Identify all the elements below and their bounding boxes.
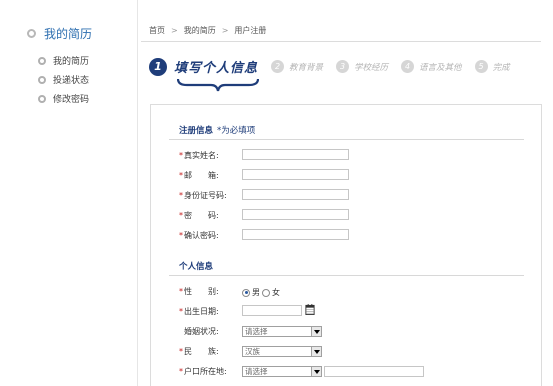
step-2: 2 教育背景 [271,60,323,73]
field-ethnicity: * 民 族: [179,344,219,358]
sidebar-item-label: 我的简历 [53,57,90,67]
field-label: 户口所在地: [184,366,227,376]
step-label: 填写个人信息 [174,61,259,76]
step-number: 5 [474,60,488,73]
field-label: 性 别: [184,286,219,296]
field-birth-date: * 出生日期: [179,304,219,318]
field-label: 确认密码: [184,230,219,240]
section-title-personal: 个人信息 [179,260,213,272]
circle-bullet-icon [27,29,36,38]
field-marital-status: 婚姻状况: [184,324,219,338]
brace-underline-icon [177,78,259,92]
dropdown-arrow-icon[interactable] [311,367,321,376]
sidebar-item-label: 投递状态 [53,76,90,86]
step-number: 3 [336,60,350,73]
field-label: 邮 箱: [184,170,219,180]
circle-bullet-icon [38,94,46,103]
gender-female-radio[interactable] [262,288,270,297]
sidebar-item-change-password[interactable]: 修改密码 [38,89,89,108]
field-password: * 密 码: [179,208,219,222]
marital-status-select[interactable]: 请选择 [242,326,322,337]
field-email: * 邮 箱: [179,168,219,182]
select-value: 汉族 [245,347,260,356]
field-label: 婚姻状况: [184,326,219,336]
gender-radio-group: 男 女 [242,287,282,298]
breadcrumb: 首页 > 我的简历 > 用户注册 [149,25,266,36]
divider [169,275,524,276]
step-number: 1 [149,57,167,76]
gender-male-radio[interactable] [242,288,250,297]
hukou-province-select[interactable]: 请选择 [242,366,322,377]
circle-bullet-icon [38,56,46,65]
chevron-right-icon: > [171,26,178,35]
field-label: 真实姓名: [184,150,219,160]
id-number-input[interactable] [242,189,349,200]
step-label: 语言及其他 [419,62,462,73]
divider [141,41,541,42]
field-label: 出生日期: [184,306,219,316]
hukou-detail-input[interactable] [324,366,424,377]
select-value: 请选择 [245,327,268,336]
field-real-name: * 真实姓名: [179,148,219,162]
email-input[interactable] [242,169,349,180]
confirm-password-input[interactable] [242,229,349,240]
field-confirm-password: * 确认密码: [179,228,219,242]
password-input[interactable] [242,209,349,220]
birth-date-input[interactable] [242,305,302,316]
sidebar-item-delivery-status[interactable]: 投递状态 [38,70,89,89]
step-5: 5 完成 [474,60,510,73]
step-label: 完成 [492,62,510,73]
chevron-right-icon: > [221,26,229,35]
dropdown-arrow-icon[interactable] [311,327,321,336]
radio-label: 女 [272,288,280,297]
step-1: 1 填写个人信息 [149,57,258,76]
sidebar-item-my-resume[interactable]: 我的简历 [38,51,89,70]
section-title-text: 个人信息 [179,262,214,272]
step-number: 4 [401,60,415,73]
field-label: 密 码: [184,210,219,220]
circle-bullet-icon [38,75,46,84]
ethnicity-select[interactable]: 汉族 [242,346,322,357]
sidebar-title: 我的简历 [27,25,92,42]
sidebar: 我的简历 我的简历 投递状态 修改密码 [0,0,138,386]
divider [169,139,524,140]
select-value: 请选择 [245,367,268,376]
step-label: 教育背景 [289,62,324,73]
breadcrumb-my-resume[interactable]: 我的简历 [184,25,216,36]
section-title-registration: 注册信息 *为必填项 [179,124,255,136]
step-number: 2 [271,60,285,73]
breadcrumb-current: 用户注册 [234,26,267,35]
field-label: 民 族: [184,346,219,356]
calendar-icon[interactable] [305,304,315,315]
field-hukou: * 户口所在地: [179,364,227,378]
section-title-text: 注册信息 [179,126,214,136]
breadcrumb-home[interactable]: 首页 [149,25,165,36]
step-label: 学校经历 [354,62,389,73]
field-label: 身份证号码: [184,190,227,200]
field-gender: * 性 别: [179,284,219,298]
radio-label: 男 [252,288,260,297]
sidebar-title-text: 我的简历 [44,27,93,41]
field-id-number: * 身份证号码: [179,188,227,202]
step-3: 3 学校经历 [336,60,388,73]
registration-form: 注册信息 *为必填项 * 真实姓名: * 邮 箱: * 身份证号码: * 密 码:… [150,104,542,386]
step-4: 4 语言及其他 [401,60,462,73]
sidebar-item-label: 修改密码 [53,95,90,105]
required-note: *为必填项 [217,126,256,136]
step-progress: 1 填写个人信息 2 教育背景 3 学校经历 4 语言及其他 5 完成 [149,57,510,76]
real-name-input[interactable] [242,149,349,160]
dropdown-arrow-icon[interactable] [311,347,321,356]
